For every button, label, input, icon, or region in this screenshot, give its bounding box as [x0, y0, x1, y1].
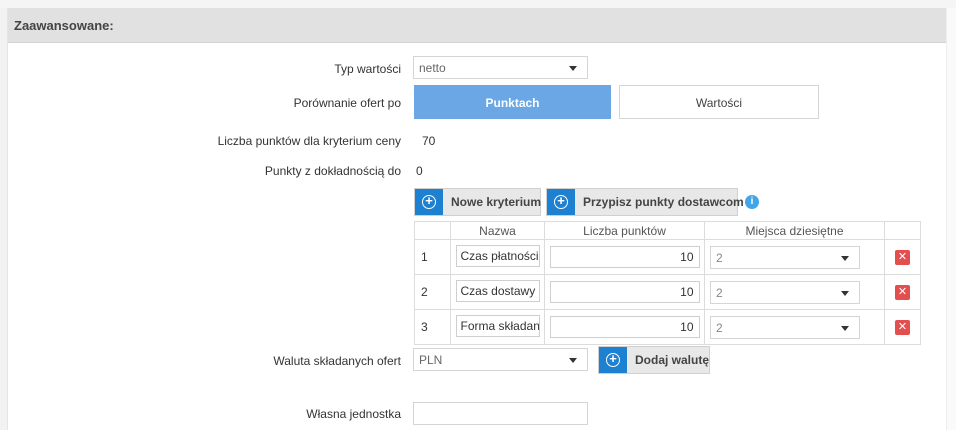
- col-header-index: [414, 221, 451, 240]
- row-index: 3: [414, 309, 451, 345]
- own-unit-label: Własna jednostka: [306, 407, 401, 421]
- assign-points-label: Przypisz punkty dostawcom: [583, 195, 744, 209]
- col-header-actions: [884, 221, 921, 240]
- table-row: 2 Czas dostawy 10 2 ✕: [414, 274, 921, 310]
- own-unit-input[interactable]: [413, 402, 588, 425]
- criterion-name-input[interactable]: Forma składani: [455, 314, 540, 337]
- decimals-select[interactable]: 2: [710, 245, 860, 269]
- new-criterion-label: Nowe kryterium: [451, 195, 542, 209]
- left-border: [0, 8, 8, 430]
- delete-icon[interactable]: ✕: [895, 320, 910, 335]
- top-strip: [0, 0, 956, 8]
- precision-label: Punkty z dokładnością do: [264, 164, 401, 178]
- settings-panel: Zaawansowane: Typ wartości netto Porówna…: [0, 0, 956, 430]
- table-header-row: Nazwa Liczba punktów Miejsca dziesiętne: [414, 221, 921, 240]
- add-icon: +: [599, 347, 627, 373]
- info-icon[interactable]: i: [745, 195, 759, 209]
- value-type-value: netto: [419, 61, 446, 75]
- value-type-select[interactable]: netto: [413, 56, 588, 79]
- decimals-value: 2: [716, 320, 723, 335]
- row-index: 1: [414, 239, 451, 275]
- decimals-value: 2: [716, 250, 723, 265]
- chevron-down-icon: [569, 358, 577, 363]
- delete-icon[interactable]: ✕: [895, 285, 910, 300]
- assign-points-button[interactable]: + Przypisz punkty dostawcom: [546, 188, 744, 216]
- row-index: 2: [414, 274, 451, 310]
- comparison-label: Porównanie ofert po: [293, 96, 401, 110]
- compare-by-points-button[interactable]: Punktach: [414, 85, 611, 119]
- right-border: [946, 8, 956, 430]
- section-title: Zaawansowane:: [14, 18, 114, 33]
- compare-by-values-button[interactable]: Wartości: [619, 85, 819, 119]
- new-criterion-button[interactable]: + Nowe kryterium: [414, 188, 541, 216]
- criterion-points-input[interactable]: 10: [549, 316, 700, 338]
- add-currency-button[interactable]: + Dodaj walutę: [598, 346, 710, 374]
- table-row: 3 Forma składani 10 2 ✕: [414, 309, 921, 345]
- decimals-select[interactable]: 2: [710, 280, 860, 304]
- delete-icon[interactable]: ✕: [895, 250, 910, 265]
- currency-label: Waluta składanych ofert: [273, 354, 401, 368]
- section-header: Zaawansowane:: [8, 8, 946, 43]
- col-header-points: Liczba punktów: [544, 221, 705, 240]
- precision-value: 0: [416, 164, 423, 178]
- chevron-down-icon: [569, 66, 577, 71]
- criteria-table: Nazwa Liczba punktów Miejsca dziesiętne …: [414, 221, 921, 345]
- add-icon: +: [547, 189, 575, 215]
- add-currency-label: Dodaj walutę: [635, 353, 710, 367]
- value-type-label: Typ wartości: [334, 62, 401, 76]
- currency-select[interactable]: PLN: [413, 348, 588, 371]
- criterion-points-input[interactable]: 10: [549, 281, 700, 303]
- table-row: 1 Czas płatności 10 2 ✕: [414, 239, 921, 275]
- criterion-points-input[interactable]: 10: [549, 246, 700, 268]
- col-header-decimals: Miejsca dziesiętne: [704, 221, 885, 240]
- col-header-name: Nazwa: [450, 221, 545, 240]
- criterion-name-input[interactable]: Czas dostawy: [455, 279, 540, 302]
- decimals-value: 2: [716, 285, 723, 300]
- add-icon: +: [415, 189, 443, 215]
- price-points-label: Liczba punktów dla kryterium ceny: [217, 134, 401, 148]
- criterion-name-input[interactable]: Czas płatności: [455, 244, 540, 267]
- chevron-down-icon: [841, 325, 849, 331]
- currency-value: PLN: [419, 353, 443, 367]
- price-points-value: 70: [422, 134, 436, 148]
- chevron-down-icon: [841, 255, 849, 261]
- chevron-down-icon: [841, 290, 849, 296]
- decimals-select[interactable]: 2: [710, 315, 860, 339]
